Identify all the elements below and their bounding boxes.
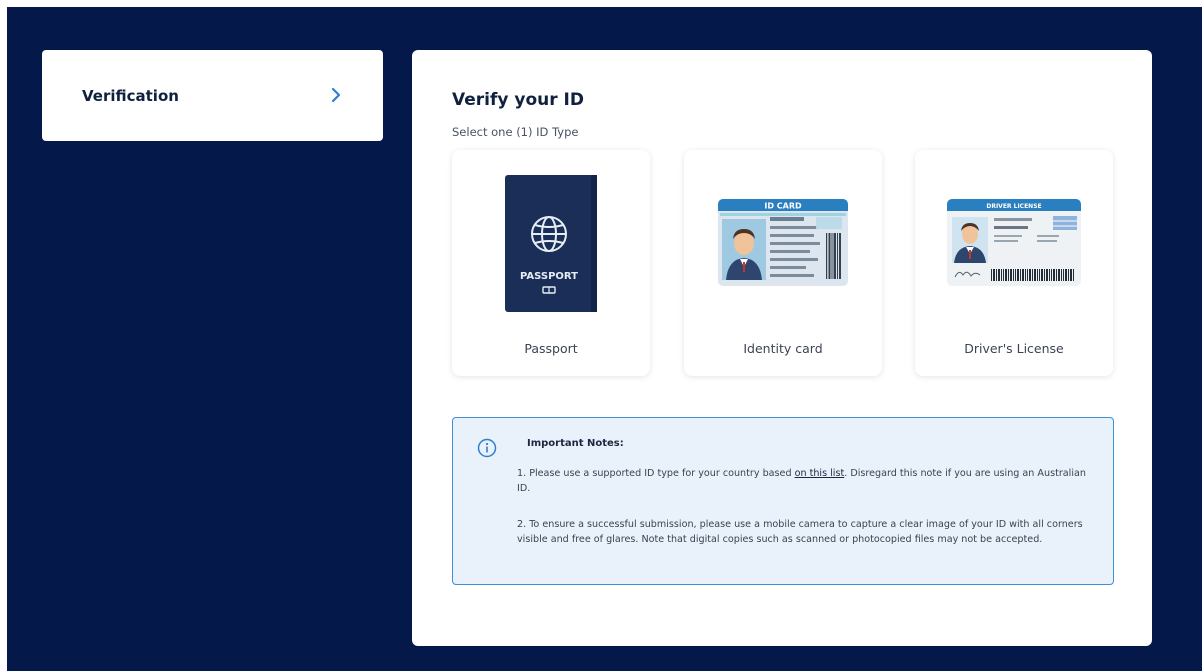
passport-option[interactable]: PASSPORT Passport [452, 150, 650, 376]
page-background: Verification Verify your ID Select one (… [7, 7, 1202, 671]
sidebar-item-label: Verification [82, 87, 179, 105]
verify-id-panel: Verify your ID Select one (1) ID Type PA… [412, 50, 1152, 646]
notes-title: Important Notes: [527, 438, 624, 449]
info-icon [477, 438, 497, 458]
note-item-2: 2. To ensure a successful submission, pl… [517, 519, 1083, 545]
identity-card-option[interactable]: ID CARD Identity card [684, 150, 882, 376]
passport-cover-text: PASSPORT [520, 271, 578, 282]
chevron-right-icon [331, 87, 341, 103]
drivers-license-label: Driver's License [964, 341, 1064, 356]
passport-label: Passport [524, 341, 578, 356]
identity-card-label: Identity card [743, 341, 823, 356]
supported-id-list-link[interactable]: on this list [795, 468, 845, 479]
drivers-license-icon: DRIVER LICENSE [947, 199, 1081, 286]
id-card-header-text: ID CARD [764, 202, 802, 211]
note-1-text-start: 1. Please use a supported ID type for yo… [517, 468, 795, 479]
id-card-icon: ID CARD [718, 199, 848, 286]
drivers-license-option[interactable]: DRIVER LICENSE Driver's License [915, 150, 1113, 376]
page-title: Verify your ID [452, 90, 584, 110]
page-subtitle: Select one (1) ID Type [452, 125, 579, 139]
important-notes-box: Important Notes: 1. Please use a support… [452, 417, 1114, 585]
passport-icon: PASSPORT [505, 175, 597, 312]
note-item-1: 1. Please use a supported ID type for yo… [517, 466, 1087, 496]
drivers-license-header-text: DRIVER LICENSE [986, 203, 1041, 210]
sidebar-item-verification[interactable]: Verification [42, 50, 383, 141]
